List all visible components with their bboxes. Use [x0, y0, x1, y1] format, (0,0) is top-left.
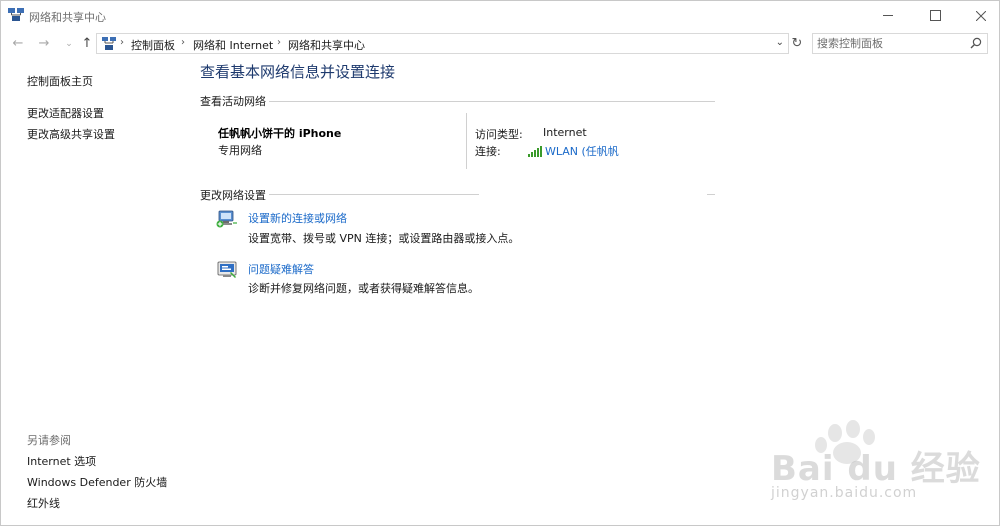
section-divider [269, 194, 479, 195]
troubleshoot-problems-link[interactable]: 问题疑难解答 [248, 261, 314, 277]
troubleshoot-icon [217, 261, 237, 278]
breadcrumb-separator[interactable]: › [277, 37, 281, 48]
setup-new-connection-description: 设置宽带、拨号或 VPN 连接；或设置路由器或接入点。 [248, 232, 520, 245]
watermark-url: jingyan.baidu.com [771, 485, 918, 501]
close-button[interactable] [959, 1, 999, 31]
title-bar: 网络和共享中心 [1, 1, 999, 31]
change-network-settings-heading: 更改网络设置 [200, 189, 266, 202]
see-also-heading: 另请参阅 [27, 434, 71, 447]
sidebar-control-panel-home[interactable]: 控制面板主页 [27, 73, 93, 89]
watermark-brand: Bai du 经验 [771, 449, 981, 489]
see-also-infrared[interactable]: 红外线 [27, 495, 60, 511]
sidebar-change-advanced-sharing[interactable]: 更改高级共享设置 [27, 126, 115, 142]
refresh-icon[interactable]: ↻ [789, 33, 805, 54]
see-also-windows-defender-firewall[interactable]: Windows Defender 防火墙 [27, 474, 167, 490]
breadcrumb-network-internet[interactable]: 网络和 Internet [193, 37, 273, 53]
window-title: 网络和共享中心 [29, 11, 106, 24]
minimize-button[interactable] [867, 1, 911, 31]
network-sharing-center-window: 网络和共享中心 ← → ⌄ ↑ › 控制面板 › 网络和 Internet › … [0, 0, 1000, 526]
see-also-internet-options[interactable]: Internet 选项 [27, 453, 96, 469]
search-input[interactable] [817, 36, 967, 51]
troubleshoot-problems-description: 诊断并修复网络问题，或者获得疑难解答信息。 [248, 282, 479, 295]
page-title: 查看基本网络信息并设置连接 [200, 63, 396, 81]
address-bar[interactable]: › 控制面板 › 网络和 Internet › 网络和共享中心 ⌄ [96, 33, 789, 54]
section-divider [707, 194, 715, 195]
sidebar-change-adapter-settings[interactable]: 更改适配器设置 [27, 105, 104, 121]
breadcrumb-separator[interactable]: › [181, 37, 185, 48]
network-profile-type: 专用网络 [218, 144, 262, 157]
active-networks-heading: 查看活动网络 [200, 95, 266, 108]
wlan-connection-name: WLAN (任帆帆 [545, 145, 619, 158]
setup-new-connection-link[interactable]: 设置新的连接或网络 [248, 210, 347, 226]
search-icon[interactable] [970, 37, 982, 49]
access-type-value: Internet [543, 126, 587, 139]
maximize-button[interactable] [913, 1, 957, 31]
address-dropdown-chevron-icon[interactable]: ⌄ [776, 37, 784, 48]
recent-locations-chevron-icon[interactable]: ⌄ [61, 36, 77, 52]
up-arrow-icon[interactable]: ↑ [79, 36, 95, 52]
breadcrumb-network-sharing-center[interactable]: 网络和共享中心 [288, 37, 365, 53]
connection-label: 连接: [475, 145, 501, 158]
vertical-divider [466, 113, 467, 169]
network-app-icon [8, 8, 24, 21]
close-icon [975, 10, 987, 22]
breadcrumb-control-panel[interactable]: 控制面板 [131, 37, 175, 53]
section-divider [269, 101, 715, 102]
forward-arrow-icon[interactable]: → [36, 36, 52, 52]
control-panel-icon [102, 37, 116, 50]
back-arrow-icon[interactable]: ← [10, 36, 26, 52]
search-box[interactable] [812, 33, 988, 54]
wlan-connection-link[interactable]: WLAN (任帆帆 [528, 143, 619, 159]
wifi-signal-icon [528, 145, 542, 157]
network-name: 任帆帆小饼干的 iPhone [218, 127, 342, 140]
access-type-label: 访问类型: [475, 128, 523, 141]
new-connection-icon [216, 210, 237, 228]
breadcrumb-separator[interactable]: › [120, 37, 124, 48]
